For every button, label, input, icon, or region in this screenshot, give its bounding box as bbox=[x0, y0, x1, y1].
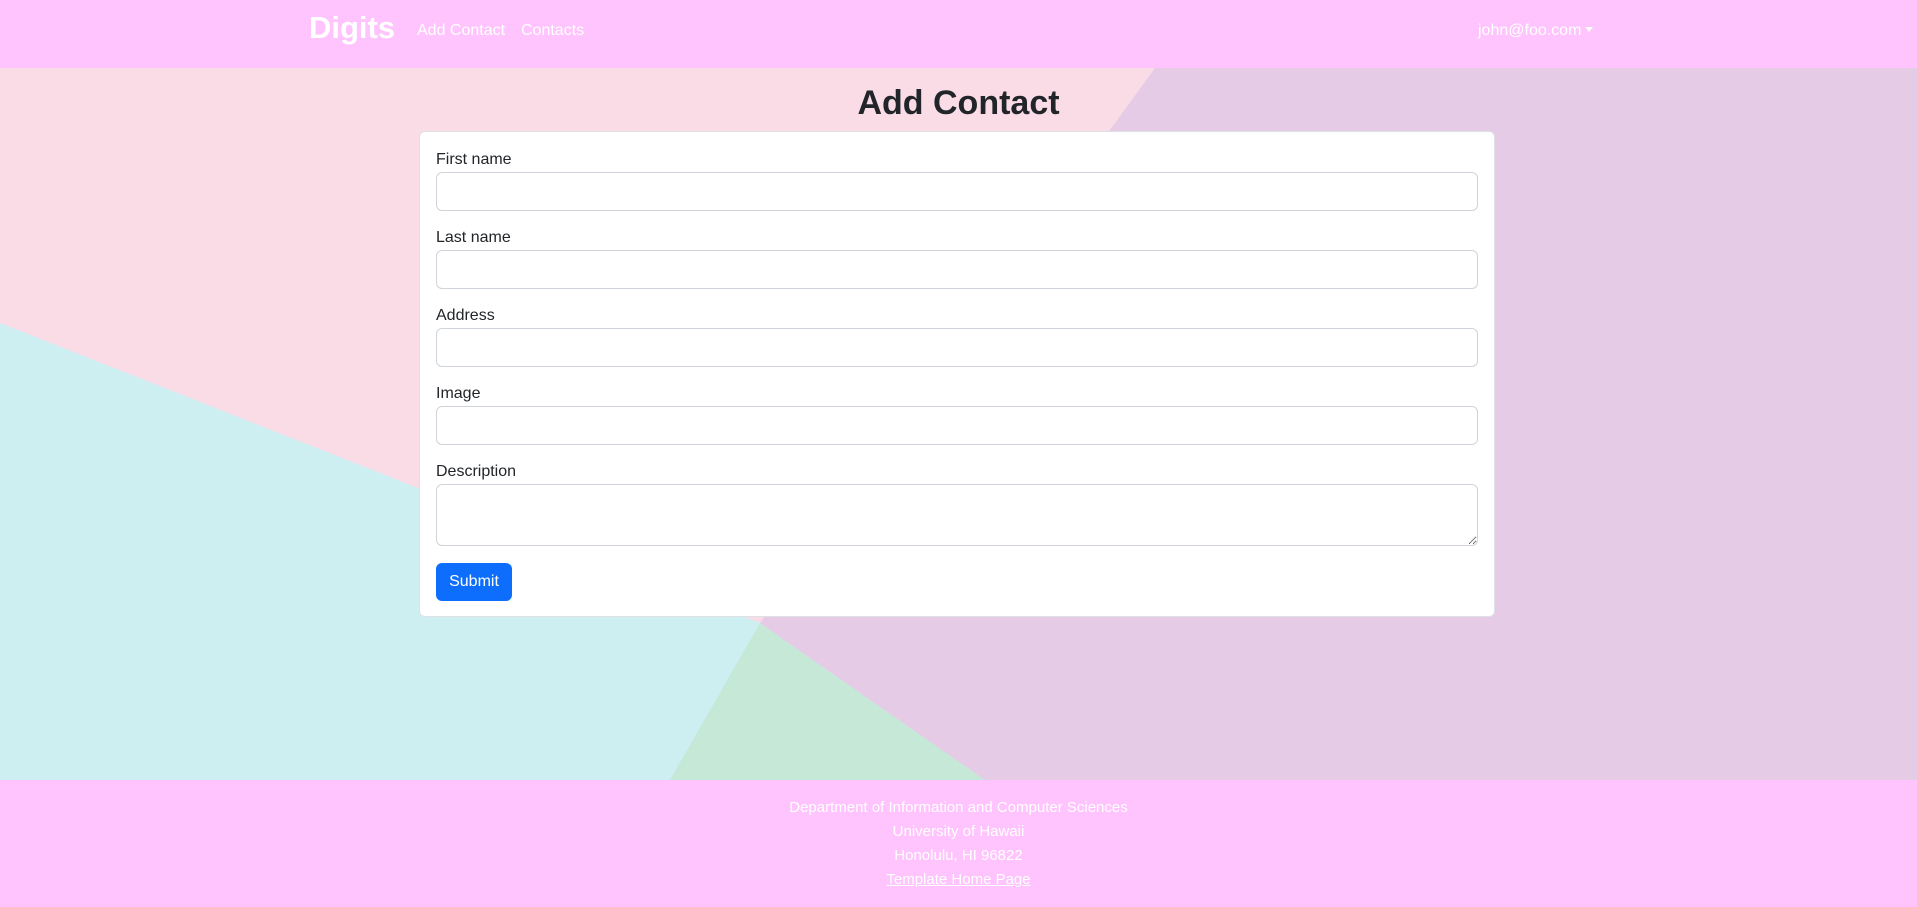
image-input[interactable] bbox=[436, 406, 1478, 445]
first-name-input[interactable] bbox=[436, 172, 1478, 211]
user-email: john@foo.com bbox=[1478, 22, 1582, 39]
brand-link[interactable]: Digits bbox=[309, 10, 395, 46]
user-dropdown[interactable]: john@foo.com bbox=[1478, 22, 1594, 40]
address-input[interactable] bbox=[436, 328, 1478, 367]
submit-button[interactable]: Submit bbox=[436, 563, 512, 601]
caret-down-icon bbox=[1585, 27, 1594, 32]
last-name-label: Last name bbox=[436, 229, 511, 246]
last-name-input[interactable] bbox=[436, 250, 1478, 289]
nav-add-contact-link[interactable]: Add Contact bbox=[417, 22, 505, 40]
nav-contacts-link[interactable]: Contacts bbox=[521, 22, 584, 40]
footer-department: Department of Information and Computer S… bbox=[789, 799, 1128, 816]
image-label: Image bbox=[436, 385, 481, 402]
description-label: Description bbox=[436, 463, 517, 480]
address-label: Address bbox=[436, 307, 495, 324]
footer: Department of Information and Computer S… bbox=[0, 780, 1917, 907]
page-title: Add Contact bbox=[857, 84, 1060, 122]
footer-university: University of Hawaii bbox=[892, 823, 1025, 840]
footer-address: Honolulu, HI 96822 bbox=[894, 847, 1023, 864]
template-home-link[interactable]: Template Home Page bbox=[886, 871, 1030, 888]
description-textarea[interactable] bbox=[436, 484, 1478, 546]
first-name-label: First name bbox=[436, 151, 512, 168]
navbar: Digits Add Contact Contacts john@foo.com bbox=[0, 0, 1917, 68]
add-contact-form: First name Last name Address Image Descr… bbox=[419, 131, 1495, 617]
